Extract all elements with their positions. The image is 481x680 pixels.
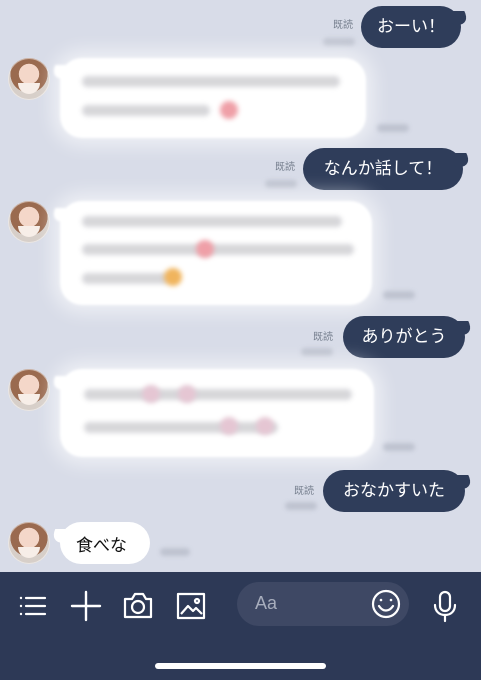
emoji-icon[interactable] [369, 587, 403, 621]
outgoing-message-bubble[interactable]: ありがとう [343, 316, 465, 358]
blurred-message-line [82, 216, 342, 227]
read-receipt: 既読 [275, 162, 295, 173]
read-receipt: 既読 [333, 20, 353, 31]
blurred-emoji-icon [220, 101, 238, 119]
message-text: なんか話して！ [323, 159, 443, 178]
camera-icon[interactable] [121, 589, 155, 623]
outgoing-message-bubble[interactable]: おなかすいた [323, 470, 465, 512]
chat-history[interactable]: 既読 おーい！ 既読 なんか話して！ 既読 ありがとう 既読 おなかすいた 食べ… [0, 0, 481, 572]
message-text: おーい！ [377, 17, 445, 36]
incoming-message-bubble[interactable]: 食べな [60, 522, 150, 564]
read-receipt: 既読 [294, 486, 314, 497]
blurred-timestamp [285, 502, 317, 510]
outgoing-message-bubble[interactable]: なんか話して！ [303, 148, 463, 190]
menu-icon[interactable] [16, 589, 50, 623]
blurred-emoji-icon [164, 268, 182, 286]
blurred-emoji-icon [256, 417, 274, 435]
contact-avatar[interactable] [8, 201, 50, 243]
blurred-timestamp [383, 291, 415, 299]
blurred-message-bubble[interactable] [60, 201, 372, 305]
blurred-emoji-icon [142, 385, 160, 403]
home-indicator [155, 663, 326, 669]
message-text: ありがとう [361, 327, 447, 346]
message-text: おなかすいた [343, 481, 445, 500]
image-icon[interactable] [174, 589, 208, 623]
contact-avatar[interactable] [8, 369, 50, 411]
blurred-emoji-icon [220, 417, 238, 435]
blurred-message-bubble[interactable] [60, 369, 374, 457]
blurred-message-line [82, 76, 340, 87]
blurred-emoji-icon [196, 240, 214, 258]
message-input[interactable]: Aa [237, 582, 409, 626]
blurred-message-line [82, 244, 354, 255]
outgoing-message-bubble[interactable]: おーい！ [361, 6, 461, 48]
blurred-message-line [84, 422, 278, 433]
blurred-message-bubble[interactable] [60, 58, 366, 138]
read-receipt: 既読 [313, 332, 333, 343]
blurred-emoji-icon [178, 385, 196, 403]
message-input-placeholder: Aa [255, 593, 278, 613]
contact-avatar[interactable] [8, 522, 50, 564]
blurred-message-line [82, 105, 210, 116]
contact-avatar[interactable] [8, 58, 50, 100]
blurred-timestamp [377, 124, 409, 132]
microphone-icon[interactable] [428, 589, 462, 623]
blurred-timestamp [265, 180, 297, 188]
blurred-timestamp [160, 548, 190, 556]
blurred-timestamp [323, 38, 355, 46]
blurred-message-line [82, 273, 170, 284]
message-text: 食べな [76, 535, 127, 555]
blurred-timestamp [301, 348, 333, 356]
blurred-timestamp [383, 443, 415, 451]
plus-icon[interactable] [69, 589, 103, 623]
blurred-message-line [84, 389, 352, 400]
